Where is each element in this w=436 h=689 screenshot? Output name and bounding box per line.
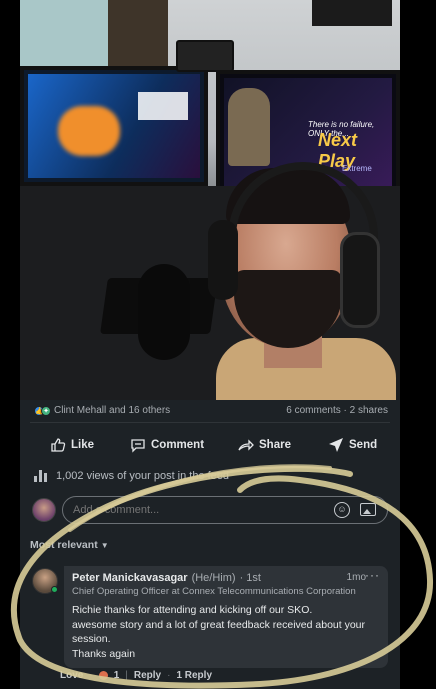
views-text: 1,002 views of your post in the feed [56, 470, 230, 482]
reactions-summary: 👍 ✦ Clint Mehall and 16 others 6 comment… [20, 400, 400, 422]
share-label: Share [259, 439, 291, 451]
comment-label: Comment [151, 439, 205, 451]
wall-tv [312, 0, 392, 26]
online-status-icon [51, 586, 58, 593]
headphone-left [208, 220, 238, 300]
screen-blob [58, 106, 120, 156]
commenter-name[interactable]: Peter Manickavasagar [72, 572, 188, 584]
my-avatar [32, 498, 56, 522]
comment-time: 1mo [346, 572, 366, 583]
connection-degree: · 1st [239, 572, 261, 584]
comment-reply-button[interactable]: Reply [134, 670, 161, 681]
separator: · [167, 670, 171, 681]
send-icon [328, 437, 344, 453]
comment-sort-dropdown[interactable]: Most relevant ▼ [30, 539, 109, 551]
reaction-icons[interactable]: 👍 ✦ [34, 406, 52, 416]
celebrate-icon: ✦ [41, 406, 51, 416]
left-monitor [20, 66, 208, 186]
send-label: Send [349, 439, 378, 451]
share-arrow-icon [238, 437, 254, 453]
comment-reply-count[interactable]: 1 Reply [176, 670, 212, 681]
comment-line: awesome story and a lot of great feedbac… [72, 618, 366, 631]
comment-button[interactable]: Comment [130, 428, 204, 462]
more-options-icon[interactable]: ··· [365, 568, 380, 582]
screen-badge [138, 92, 188, 120]
post-views[interactable]: 1,002 views of your post in the feed [34, 470, 229, 482]
monitor-logo: Extreme [342, 164, 372, 173]
comment-text: Richie thanks for attending and kicking … [72, 603, 380, 661]
comment-line: Richie thanks for attending and kicking … [72, 604, 313, 616]
comment-love-button[interactable]: Love [60, 670, 83, 681]
heart-icon [98, 671, 108, 680]
comment-line: Thanks again [72, 647, 136, 660]
door [108, 0, 168, 70]
headphone-right [340, 232, 380, 328]
comment-line: session. [72, 633, 111, 645]
comment-composer: ☺ [20, 496, 400, 530]
microphone [138, 264, 190, 360]
comment-icon [130, 437, 146, 453]
sort-label: Most relevant [30, 539, 98, 551]
image-upload-icon[interactable] [360, 503, 376, 516]
separator: | [125, 670, 128, 681]
like-label: Like [71, 439, 95, 451]
post-image[interactable]: There is no failure, ONLY the... Next Pl… [20, 0, 400, 400]
thumbs-up-icon [50, 437, 66, 453]
comment-actions: Love · 1 | Reply · 1 Reply [60, 670, 212, 681]
divider [30, 422, 390, 423]
chevron-down-icon: ▼ [100, 540, 109, 550]
analytics-bars-icon [34, 470, 48, 482]
comment-bubble: Peter Manickavasagar (He/Him) · 1st 1mo … [64, 566, 388, 668]
reacted-by-text[interactable]: Clint Mehall and 16 others [54, 405, 170, 416]
post-actions: Like Comment Share Send [20, 428, 400, 462]
monitor-speaker-photo [228, 88, 270, 166]
phone-on-stand [176, 40, 234, 72]
comments-shares-count[interactable]: 6 comments · 2 shares [286, 405, 388, 416]
share-button[interactable]: Share [238, 428, 291, 462]
post-social-panel: 👍 ✦ Clint Mehall and 16 others 6 comment… [20, 400, 400, 689]
comment-reaction-count[interactable]: 1 [114, 670, 120, 681]
send-button[interactable]: Send [328, 428, 377, 462]
like-button[interactable]: Like [50, 428, 94, 462]
commenter-title: Chief Operating Officer at Connex Teleco… [72, 586, 356, 597]
emoji-icon[interactable]: ☺ [334, 502, 350, 518]
commenter-pronouns: (He/Him) [191, 572, 236, 584]
separator: · [89, 670, 93, 681]
